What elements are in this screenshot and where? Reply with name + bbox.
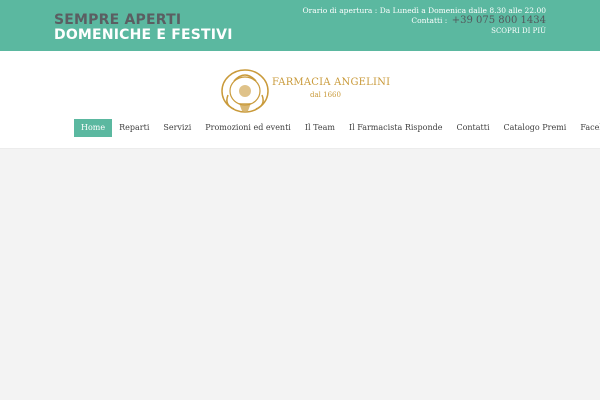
nav-item-contatti[interactable]: Contatti [449,119,496,137]
opening-hours: Orario di apertura : Da Lunedì a Domenic… [302,6,546,15]
top-bar: SEMPRE APERTI DOMENICHE E FESTIVI Orario… [0,0,600,51]
main-nav: Home Reparti Servizi Promozioni ed event… [74,119,600,137]
logo-text: FARMACIA ANGELINI [272,77,391,88]
nav-item-catalogo[interactable]: Catalogo Premi [497,119,574,137]
hero-banner [0,149,600,400]
phone-link[interactable]: +39 075 800 1434 [452,15,546,26]
nav-item-home[interactable]: Home [74,119,113,137]
tagline-line-1: SEMPRE APERTI [54,12,182,28]
crest-icon [221,69,269,113]
logo[interactable]: FARMACIA ANGELINI dal 1660 [220,67,390,115]
nav-item-reparti[interactable]: Reparti [112,119,156,137]
contact-label: Contatti : [411,16,448,25]
nav-item-promozioni[interactable]: Promozioni ed eventi [198,119,298,137]
nav-item-facebook[interactable]: Facebook [573,119,600,137]
nav-item-team[interactable]: Il Team [298,119,342,137]
logo-since: dal 1660 [310,91,341,99]
tagline-line-2: DOMENICHE E FESTIVI [54,27,233,43]
contact-info: Contatti : +39 075 800 1434 [411,15,546,26]
discover-more-link[interactable]: SCOPRI DI PIÙ [491,27,546,35]
nav-item-farmacista[interactable]: Il Farmacista Risponde [342,119,450,137]
nav-item-servizi[interactable]: Servizi [156,119,198,137]
site-header: FARMACIA ANGELINI dal 1660 Home Reparti … [0,51,600,149]
